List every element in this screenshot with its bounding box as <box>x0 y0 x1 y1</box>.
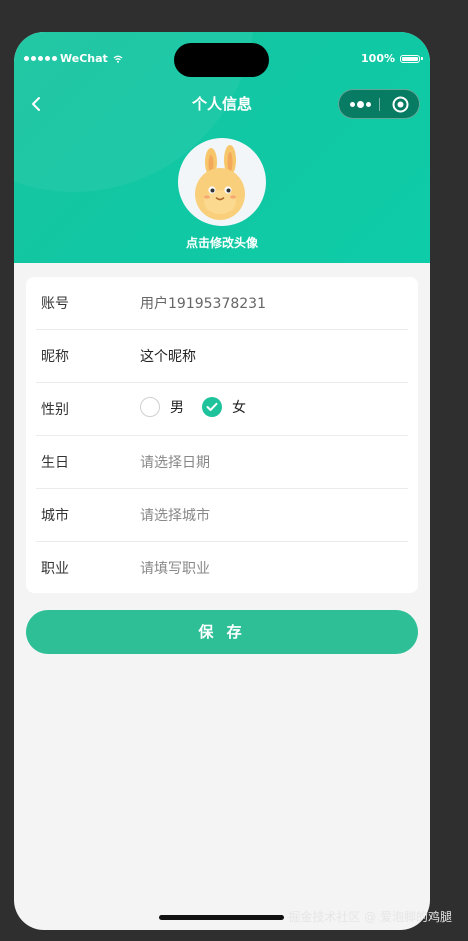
status-right: 100% <box>361 52 423 65</box>
close-miniprogram-icon[interactable] <box>392 96 409 113</box>
gender-female-radio[interactable] <box>202 397 222 417</box>
form-row-nickname[interactable]: 昵称 这个昵称 <box>36 330 408 383</box>
birthday-label: 生日 <box>41 455 69 471</box>
wifi-icon <box>113 55 123 63</box>
avatar[interactable] <box>178 138 266 226</box>
checkmark-icon <box>206 402 218 411</box>
miniprogram-capsule <box>338 89 420 119</box>
birthday-picker[interactable]: 请选择日期 <box>140 452 210 472</box>
account-label: 账号 <box>41 296 69 312</box>
carrier-name: WeChat <box>60 52 108 65</box>
nickname-input[interactable]: 这个昵称 <box>140 346 196 366</box>
gender-male-label[interactable]: 男 <box>170 397 184 417</box>
account-value: 用户19195378231 <box>140 296 266 312</box>
camera-notch <box>174 43 269 77</box>
change-avatar-link[interactable]: 点击修改头像 <box>14 234 430 251</box>
status-bar: WeChat 100% <box>14 32 430 88</box>
profile-form: 账号 用户19195378231 昵称 这个昵称 性别 男 女 生日 请选择日期… <box>26 277 418 593</box>
job-input[interactable]: 请填写职业 <box>140 558 210 578</box>
profile-header: WeChat 100% 个人信息 点击修改头像 <box>14 32 430 263</box>
city-label: 城市 <box>41 508 69 524</box>
gender-radio-group: 男 女 <box>140 397 246 417</box>
form-row-gender: 性别 男 女 <box>36 383 408 436</box>
bunny-avatar-icon <box>195 145 245 220</box>
city-picker[interactable]: 请选择城市 <box>140 505 210 525</box>
job-label: 职业 <box>41 561 69 577</box>
home-indicator <box>159 915 284 920</box>
battery-icon <box>400 54 423 63</box>
gender-female-label[interactable]: 女 <box>232 397 246 417</box>
phone-screen: WeChat 100% 个人信息 点击修改头像 账号 用户19195378231… <box>14 32 430 930</box>
watermark: 掘金技术社区 @ 爱泡脚的鸡腿 <box>288 910 452 924</box>
capsule-divider <box>379 98 380 111</box>
nav-bar: 个人信息 <box>14 88 430 120</box>
more-icon[interactable] <box>350 101 371 108</box>
gender-label: 性别 <box>41 402 69 418</box>
form-row-account: 账号 用户19195378231 <box>36 277 408 330</box>
form-row-birthday[interactable]: 生日 请选择日期 <box>36 436 408 489</box>
nickname-label: 昵称 <box>41 349 69 365</box>
form-row-city[interactable]: 城市 请选择城市 <box>36 489 408 542</box>
status-left: WeChat <box>24 52 123 65</box>
form-row-job[interactable]: 职业 请填写职业 <box>36 542 408 595</box>
battery-percent: 100% <box>361 52 395 65</box>
gender-male-radio[interactable] <box>140 397 160 417</box>
save-button[interactable]: 保 存 <box>26 610 418 654</box>
signal-icon <box>24 56 57 61</box>
